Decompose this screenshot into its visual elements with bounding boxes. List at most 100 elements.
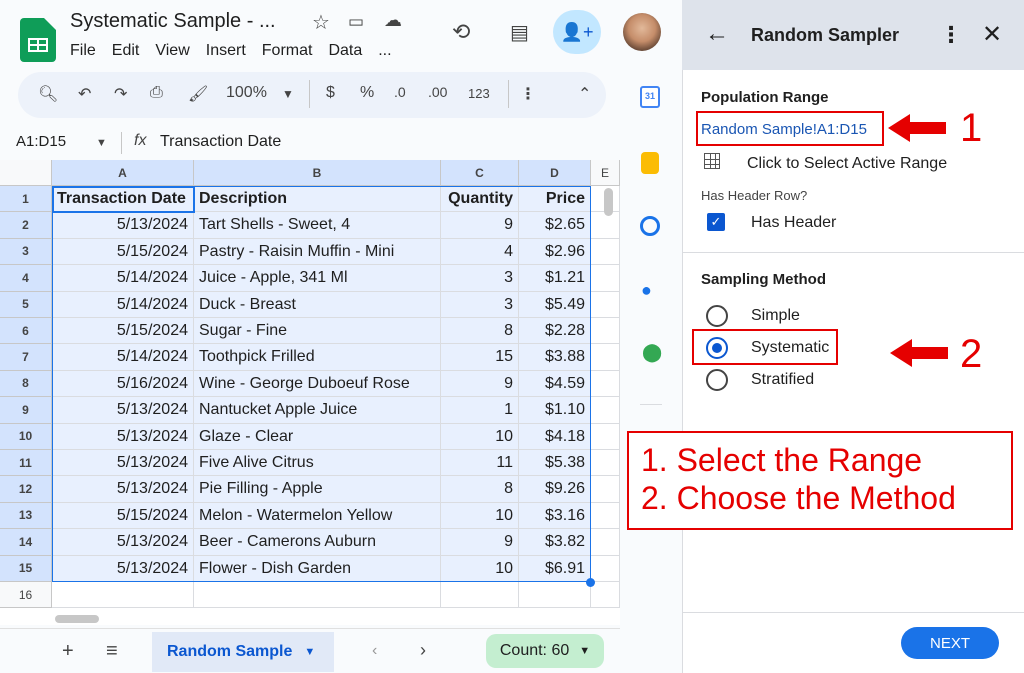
table-cell[interactable] <box>591 582 620 609</box>
table-cell[interactable]: 5/15/2024 <box>52 318 194 345</box>
table-cell[interactable]: 3 <box>441 291 519 318</box>
table-cell[interactable]: $3.82 <box>519 529 591 556</box>
table-cell[interactable]: 5/15/2024 <box>52 238 194 266</box>
currency-format-button[interactable]: $ <box>326 84 335 102</box>
table-cell[interactable]: Duck - Breast <box>194 291 441 318</box>
table-cell[interactable] <box>591 529 620 556</box>
table-cell[interactable]: Nantucket Apple Juice <box>194 397 441 424</box>
row-header[interactable]: 3 <box>0 238 52 266</box>
table-cell[interactable]: $1.21 <box>519 265 591 292</box>
table-cell[interactable]: Pastry - Raisin Muffin - Mini <box>194 238 441 266</box>
table-cell[interactable]: 3 <box>441 265 519 292</box>
table-cell[interactable] <box>591 265 620 292</box>
row-header[interactable]: 13 <box>0 502 52 530</box>
table-cell[interactable] <box>591 344 620 371</box>
table-cell[interactable] <box>591 238 620 266</box>
table-cell[interactable] <box>441 582 519 609</box>
table-cell[interactable]: 11 <box>441 450 519 477</box>
table-cell[interactable]: 5/15/2024 <box>52 502 194 530</box>
table-cell[interactable]: Melon - Watermelon Yellow <box>194 502 441 530</box>
increase-decimal-button[interactable]: .00 <box>428 84 447 100</box>
formula-input[interactable]: Transaction Date <box>160 133 281 151</box>
table-cell[interactable]: 9 <box>441 212 519 239</box>
scroll-right-icon[interactable]: › <box>420 640 426 661</box>
table-cell[interactable]: 10 <box>441 502 519 530</box>
table-cell[interactable]: 5/13/2024 <box>52 397 194 424</box>
table-cell[interactable]: Five Alive Citrus <box>194 450 441 477</box>
name-box-dropdown-icon[interactable]: ▼ <box>96 137 107 149</box>
table-cell[interactable]: Juice - Apple, 341 Ml <box>194 265 441 292</box>
paint-format-icon[interactable]: 🖌︎ <box>188 84 208 104</box>
column-header[interactable]: E <box>591 160 620 186</box>
table-cell[interactable]: 10 <box>441 423 519 450</box>
table-cell[interactable]: 5/14/2024 <box>52 291 194 318</box>
column-header[interactable]: B <box>194 160 441 186</box>
share-button[interactable]: 👤+ <box>553 10 601 54</box>
calendar-icon[interactable]: 31 <box>640 86 660 108</box>
table-cell[interactable]: $2.28 <box>519 318 591 345</box>
table-cell[interactable] <box>591 450 620 477</box>
table-cell[interactable]: 1 <box>441 397 519 424</box>
table-cell[interactable] <box>591 476 620 503</box>
row-header[interactable]: 9 <box>0 397 52 424</box>
all-sheets-icon[interactable]: ≡ <box>106 640 118 663</box>
collapse-chevron-icon[interactable]: ⌃ <box>578 84 591 104</box>
radio-systematic[interactable] <box>706 337 728 359</box>
move-folder-icon[interactable]: ▭ <box>348 12 364 32</box>
row-header[interactable]: 8 <box>0 370 52 398</box>
row-header[interactable]: 6 <box>0 318 52 345</box>
row-header[interactable]: 12 <box>0 476 52 503</box>
close-icon[interactable]: ✕ <box>982 20 1002 49</box>
table-cell[interactable] <box>591 212 620 239</box>
select-all-corner[interactable] <box>0 160 52 186</box>
table-cell[interactable]: Beer - Camerons Auburn <box>194 529 441 556</box>
menu-data[interactable]: Data <box>328 42 362 60</box>
comments-icon[interactable]: ▤ <box>510 20 529 45</box>
sheet-tab-dropdown-icon[interactable]: ▼ <box>304 646 315 658</box>
sheet-tab-random-sample[interactable]: Random Sample ▼ <box>152 632 334 672</box>
table-cell[interactable]: $5.38 <box>519 450 591 477</box>
table-cell[interactable]: $3.88 <box>519 344 591 371</box>
table-cell[interactable] <box>591 318 620 345</box>
table-cell[interactable] <box>591 370 620 398</box>
header-cell[interactable]: Quantity <box>441 186 519 213</box>
table-cell[interactable]: Pie Filling - Apple <box>194 476 441 503</box>
table-cell[interactable]: 15 <box>441 344 519 371</box>
table-cell[interactable]: 4 <box>441 238 519 266</box>
table-cell[interactable]: $3.16 <box>519 502 591 530</box>
document-title[interactable]: Systematic Sample - ... <box>70 10 276 33</box>
table-cell[interactable]: $6.91 <box>519 555 591 582</box>
grid-range-icon[interactable] <box>704 153 720 169</box>
decrease-decimal-button[interactable]: .0 <box>394 84 406 100</box>
zoom-dropdown-icon[interactable]: ▼ <box>282 87 294 101</box>
column-header[interactable]: D <box>519 160 591 186</box>
more-options-icon[interactable]: ⋮ <box>520 84 536 104</box>
table-cell[interactable]: 5/13/2024 <box>52 529 194 556</box>
fill-handle[interactable] <box>586 578 595 587</box>
column-header[interactable]: C <box>441 160 519 186</box>
header-cell[interactable]: Price <box>519 186 591 213</box>
radio-simple[interactable] <box>706 305 728 327</box>
table-cell[interactable]: $1.10 <box>519 397 591 424</box>
select-active-range-button[interactable]: Click to Select Active Range <box>747 155 947 173</box>
add-sheet-icon[interactable]: + <box>62 640 74 663</box>
table-cell[interactable] <box>591 423 620 450</box>
radio-stratified[interactable] <box>706 369 728 391</box>
cloud-status-icon[interactable]: ☁ <box>384 10 402 31</box>
header-cell[interactable]: Transaction Date <box>52 186 194 213</box>
panel-more-icon[interactable]: ⋮ <box>940 22 962 48</box>
table-cell[interactable]: $5.49 <box>519 291 591 318</box>
menu-file[interactable]: File <box>70 42 96 60</box>
table-cell[interactable]: $2.96 <box>519 238 591 266</box>
header-cell[interactable]: Description <box>194 186 441 213</box>
menu-format[interactable]: Format <box>262 42 313 60</box>
table-cell[interactable]: 9 <box>441 370 519 398</box>
table-cell[interactable]: 8 <box>441 318 519 345</box>
menu-more[interactable]: ... <box>378 42 391 60</box>
maps-icon[interactable]: ⬤ <box>642 342 662 363</box>
table-cell[interactable]: Glaze - Clear <box>194 423 441 450</box>
keep-icon[interactable] <box>641 152 659 174</box>
table-cell[interactable] <box>591 397 620 424</box>
row-header[interactable]: 4 <box>0 265 52 292</box>
table-cell[interactable]: $4.59 <box>519 370 591 398</box>
